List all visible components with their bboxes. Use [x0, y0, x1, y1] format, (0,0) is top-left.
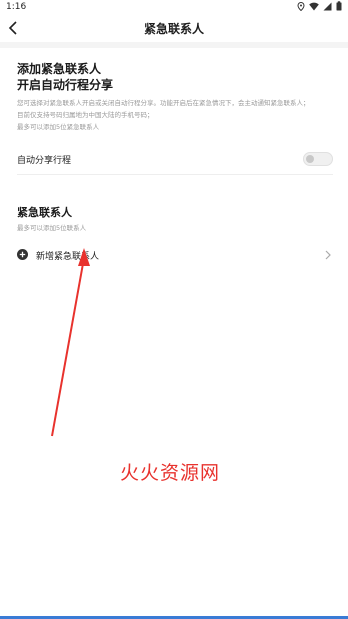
- contacts-section-title: 紧急联系人: [17, 206, 72, 219]
- intro-desc-line: 您可选择对紧急联系人开启或关闭自动行程分享。功能开启后在紧急情况下，会主动通知紧…: [17, 99, 310, 107]
- contacts-section-subtitle: 最多可以添加5位联系人: [17, 224, 87, 232]
- auto-share-toggle[interactable]: [303, 152, 333, 166]
- add-contact-button[interactable]: 新增紧急联系人: [17, 246, 333, 264]
- auto-share-label: 自动分享行程: [17, 156, 72, 166]
- intro-title-line2: 开启自动行程分享: [17, 78, 114, 92]
- top-nav: 紧急联系人: [0, 14, 348, 44]
- add-contact-label: 新增紧急联系人: [36, 252, 100, 262]
- intro-title: 添加紧急联系人 开启自动行程分享: [17, 61, 113, 93]
- intro-desc-line: 目前仅支持号码归属地为中国大陆的手机号码；: [17, 111, 154, 119]
- watermark-text: 火火资源网: [120, 462, 221, 484]
- signal-icon: [323, 2, 332, 10]
- intro-desc-line: 最多可以添加5位紧急联系人: [17, 123, 100, 131]
- status-icons: [297, 1, 342, 11]
- wifi-icon: [309, 2, 319, 10]
- auto-share-row: 自动分享行程: [17, 150, 333, 170]
- status-time: 1:16: [6, 2, 27, 12]
- intro-description: 您可选择对紧急联系人开启或关闭自动行程分享。功能开启后在紧急情况下，会主动通知紧…: [17, 97, 337, 133]
- intro-title-line1: 添加紧急联系人: [17, 62, 102, 76]
- add-circle-icon: [17, 249, 28, 260]
- toggle-knob: [306, 155, 314, 163]
- location-icon: [297, 1, 305, 11]
- nav-divider: [0, 42, 348, 48]
- status-bar: 1:16: [0, 0, 348, 14]
- battery-icon: [336, 1, 342, 11]
- row-divider: [17, 174, 333, 175]
- page-title: 紧急联系人: [143, 22, 204, 36]
- chevron-right-icon: [325, 250, 331, 260]
